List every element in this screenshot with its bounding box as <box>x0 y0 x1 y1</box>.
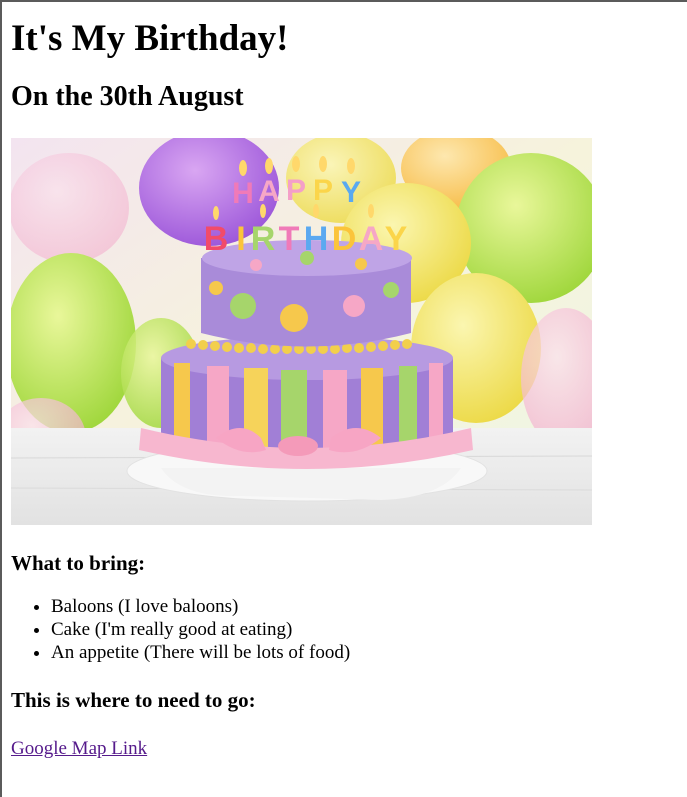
svg-text:A: A <box>359 220 384 258</box>
svg-text:P: P <box>313 174 333 207</box>
svg-text:H: H <box>232 177 254 210</box>
page-subtitle: On the 30th August <box>11 81 244 112</box>
svg-text:H: H <box>304 220 329 258</box>
page-content: It's My Birthday! On the 30th August H A… <box>11 2 681 760</box>
svg-text:R: R <box>251 220 276 258</box>
birthday-cake-image: H A P P Y B I R T H D A Y <box>11 138 592 525</box>
browser-viewport: It's My Birthday! On the 30th August H A… <box>0 0 687 797</box>
svg-text:B: B <box>204 220 229 258</box>
svg-text:Y: Y <box>341 176 361 209</box>
svg-text:A: A <box>258 175 280 208</box>
list-item: Baloons (I love baloons) <box>51 595 681 618</box>
google-map-link[interactable]: Google Map Link <box>11 737 147 760</box>
where-heading: This is where to need to go: <box>11 688 256 712</box>
svg-text:T: T <box>279 220 300 258</box>
svg-text:D: D <box>332 220 357 258</box>
svg-text:Y: Y <box>385 220 408 258</box>
svg-text:P: P <box>286 174 306 207</box>
bring-heading: What to bring: <box>11 551 146 575</box>
list-item: An appetite (There will be lots of food) <box>51 641 681 664</box>
bring-list: Baloons (I love baloons) Cake (I'm reall… <box>11 595 681 664</box>
list-item: Cake (I'm really good at eating) <box>51 618 681 641</box>
page-title: It's My Birthday! <box>11 18 289 59</box>
svg-text:I: I <box>236 220 245 258</box>
